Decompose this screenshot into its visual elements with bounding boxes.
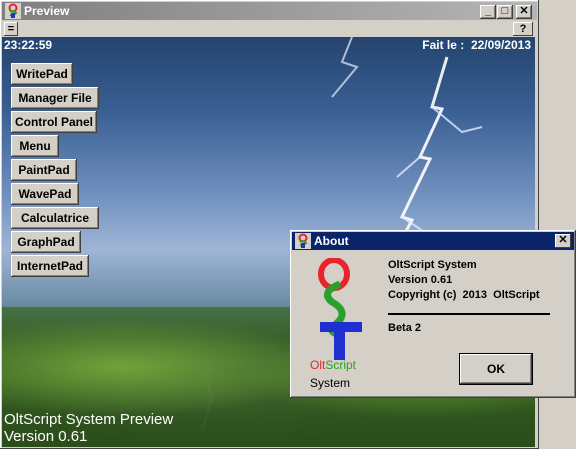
writepad-button[interactable]: WritePad (11, 63, 73, 85)
wavepad-button[interactable]: WavePad (11, 183, 79, 205)
close-button[interactable]: ✕ (516, 5, 532, 19)
date-display: Fait le : 22/09/2013 (422, 38, 531, 52)
separator-line (388, 313, 550, 315)
internetpad-button[interactable]: InternetPad (11, 255, 89, 277)
calculatrice-button[interactable]: Calculatrice (11, 207, 99, 229)
title-bar[interactable]: Preview _ □ ✕ (2, 2, 537, 20)
footer-version: Version 0.61 (4, 428, 88, 445)
about-title: About (314, 234, 349, 248)
logo-name-script: Script (325, 358, 357, 372)
app-icon (5, 3, 21, 19)
system-menu-button[interactable]: = (4, 22, 18, 36)
footer-title: OltScript System Preview (4, 411, 174, 428)
minimize-button[interactable]: _ (480, 5, 496, 19)
date-label: Fait le : (422, 38, 465, 52)
footer-text: OltScript System Preview Version 0.61 (4, 411, 173, 445)
maximize-button[interactable]: □ (497, 5, 513, 19)
ok-button[interactable]: OK (460, 354, 532, 384)
product-version: Version 0.61 (388, 274, 453, 286)
manager-file-button[interactable]: Manager File (11, 87, 99, 109)
graphpad-button[interactable]: GraphPad (11, 231, 81, 253)
menu-bar: = ? (2, 21, 537, 37)
window-title: Preview (24, 4, 70, 18)
beta-label: Beta 2 (388, 322, 422, 334)
logo-name-olt: Olt (310, 358, 326, 372)
logo-system-label: System (310, 376, 351, 390)
product-name: OltScript System (388, 259, 477, 271)
logo-name: OltScript (310, 358, 356, 372)
date-value: 22/09/2013 (470, 38, 531, 52)
clock-display: 23:22:59 (4, 38, 53, 52)
paintpad-button[interactable]: PaintPad (11, 159, 77, 181)
copyright-text: Copyright (c) 2013 OltScript (388, 289, 540, 301)
control-panel-button[interactable]: Control Panel (11, 111, 97, 133)
oltscript-logo-icon (318, 258, 362, 360)
about-title-bar[interactable]: About ✕ (292, 232, 574, 250)
app-icon (295, 233, 311, 249)
about-info: OltScript System Version 0.61 Copyright … (388, 258, 540, 303)
about-dialog: About ✕ OltScript System OltScript Syste… (290, 230, 576, 398)
about-close-button[interactable]: ✕ (555, 234, 571, 248)
help-button[interactable]: ? (513, 22, 533, 36)
menu-button[interactable]: Menu (11, 135, 59, 157)
